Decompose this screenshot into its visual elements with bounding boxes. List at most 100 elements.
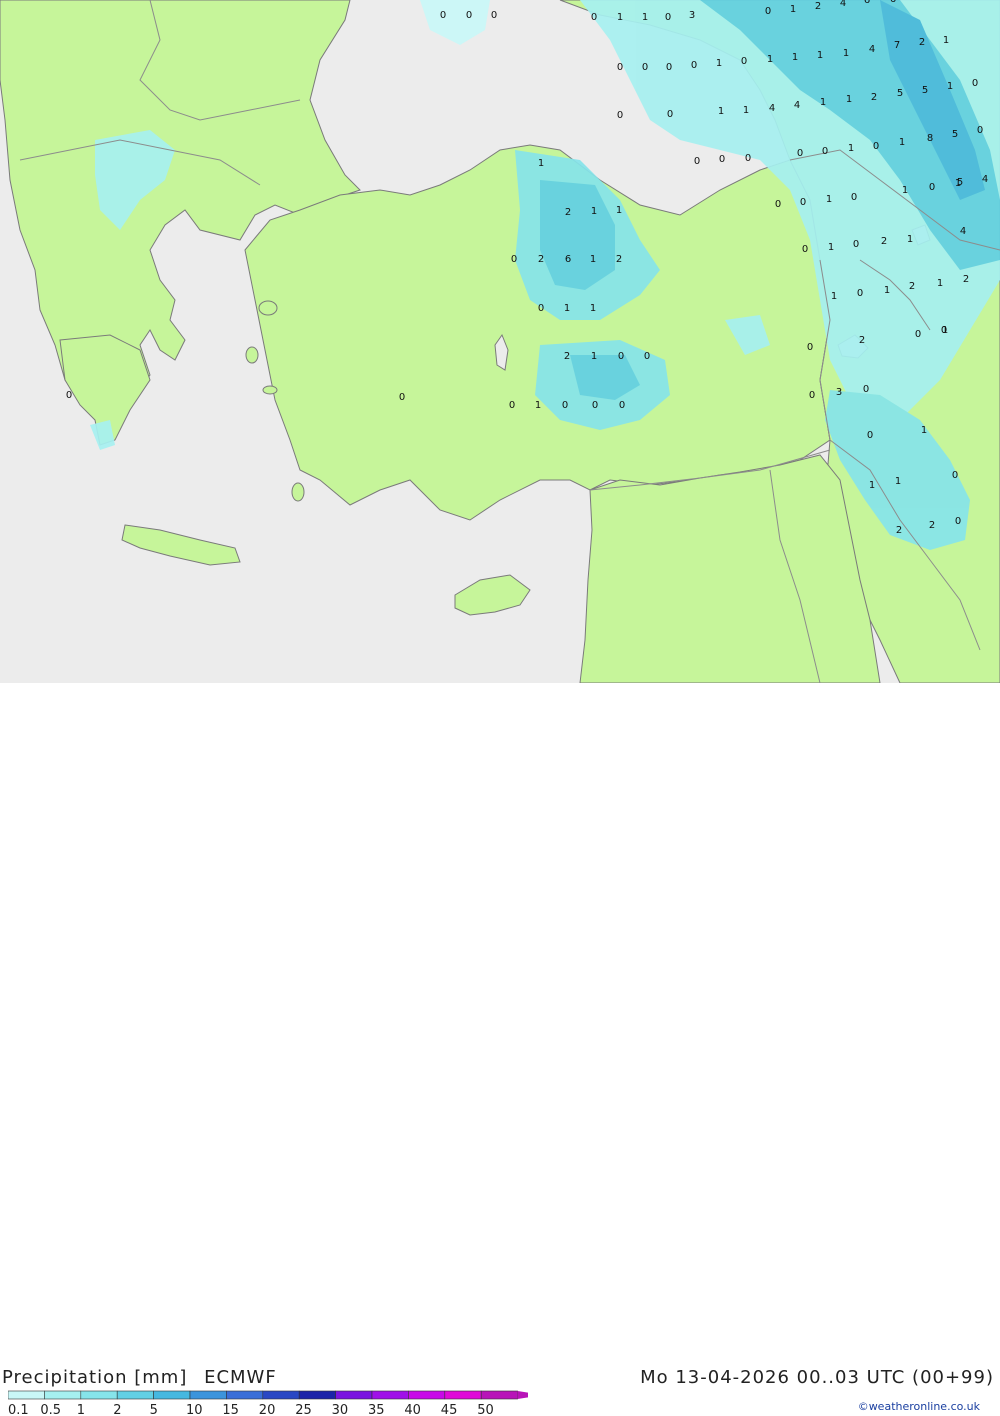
precip-value-label: 0 — [952, 470, 958, 481]
precip-value-label: 0 — [955, 516, 961, 527]
precip-value-label: 5 — [922, 85, 928, 96]
precip-value-label: 1 — [538, 158, 544, 169]
precip-value-label: 0 — [591, 12, 597, 23]
precip-value-label: 0 — [511, 254, 517, 265]
precip-value-label: 1 — [716, 58, 722, 69]
precip-value-label: 0 — [617, 62, 623, 73]
precip-value-label: 0 — [66, 390, 72, 401]
legend-color-box — [8, 1390, 45, 1400]
precip-value-label: 0 — [807, 342, 813, 353]
legend-tick-label: 20 — [259, 1403, 276, 1416]
legend-tick-label: 10 — [186, 1403, 203, 1416]
precip-value-label: 5 — [952, 129, 958, 140]
precip-value-label: 1 — [942, 325, 948, 336]
legend-color-box — [408, 1390, 446, 1400]
precip-value-label: 2 — [815, 1, 821, 12]
precip-value-label: 2 — [929, 520, 935, 531]
precip-value-label: 0 — [822, 146, 828, 157]
legend-tick-label: 45 — [441, 1403, 458, 1416]
precip-value-label: 0 — [617, 110, 623, 121]
legend-arrow — [517, 1391, 528, 1399]
precip-value-label: 6 — [890, 0, 896, 5]
precip-value-label: 1 — [895, 476, 901, 487]
precip-value-label: 8 — [927, 133, 933, 144]
precip-value-label: 0 — [666, 62, 672, 73]
precip-value-label: 1 — [817, 50, 823, 61]
precip-value-label: 3 — [689, 10, 695, 21]
precip-value-label: 0 — [619, 400, 625, 411]
precip-value-label: 4 — [982, 174, 988, 185]
precip-value-label: 1 — [617, 12, 623, 23]
precip-value-label: 0 — [719, 154, 725, 165]
precip-value-label: 1 — [591, 351, 597, 362]
precip-value-label: 1 — [767, 54, 773, 65]
precip-value-label: 0 — [667, 109, 673, 120]
land-island-rhodes — [291, 482, 305, 502]
precip-value-label: 0 — [399, 392, 405, 403]
precip-value-label: 1 — [907, 234, 913, 245]
precip-value-label: 1 — [743, 105, 749, 116]
land-island-lesbos — [258, 300, 278, 316]
precip-value-label: 1 — [591, 206, 597, 217]
precip-value-label: 0 — [765, 6, 771, 17]
precip-value-label: 1 — [718, 106, 724, 117]
legend-color-box — [298, 1390, 336, 1400]
precip-value-label: 0 — [741, 56, 747, 67]
precip-value-label: 0 — [929, 182, 935, 193]
precip-value-label: 1 — [792, 52, 798, 63]
precip-value-label: 5 — [957, 177, 963, 188]
precip-value-label: 2 — [538, 254, 544, 265]
precip-value-label: 0 — [972, 78, 978, 89]
precip-value-label: 0 — [644, 351, 650, 362]
legend-tick-label: 25 — [295, 1403, 312, 1416]
precip-value-label: 1 — [843, 48, 849, 59]
land-levant — [579, 454, 881, 684]
legend-color-box — [80, 1390, 118, 1400]
precip-value-label: 0 — [691, 60, 697, 71]
precip-value-label: 5 — [897, 88, 903, 99]
legend-color-box — [262, 1390, 300, 1400]
precip-value-label: 1 — [869, 480, 875, 491]
precip-value-label: 0 — [873, 141, 879, 152]
precip-value-label: 1 — [564, 303, 570, 314]
precip-value-label: 1 — [535, 400, 541, 411]
legend-tick-label: 50 — [477, 1403, 494, 1416]
map-title: Precipitation [mm] ECMWF — [2, 1367, 277, 1388]
precip-value-label: 2 — [881, 236, 887, 247]
legend-tick-label: 35 — [368, 1403, 385, 1416]
legend-color-box — [371, 1390, 409, 1400]
footer-bar: Precipitation [mm] ECMWF Mo 13-04-2026 0… — [0, 683, 1000, 1416]
precip-value-label: 0 — [618, 351, 624, 362]
precip-value-label: 0 — [665, 12, 671, 23]
legend-color-box — [480, 1390, 518, 1400]
legend-tick-label: 2 — [113, 1403, 121, 1416]
legend-tick-label: 0.1 — [8, 1403, 29, 1416]
precip-value-label: 0 — [867, 430, 873, 441]
legend-tick-label: 0.5 — [40, 1403, 61, 1416]
precip-value-label: 1 — [590, 254, 596, 265]
precip-value-label: 0 — [745, 153, 751, 164]
precip-value-label: 0 — [863, 384, 869, 395]
precip-value-label: 0 — [857, 288, 863, 299]
precip-value-label: 1 — [937, 278, 943, 289]
precip-value-label: 1 — [899, 137, 905, 148]
legend-color-box — [116, 1390, 154, 1400]
land-island-samos — [262, 385, 278, 395]
precip-value-label: 1 — [590, 303, 596, 314]
legend-tick-label: 1 — [77, 1403, 85, 1416]
precip-value-label: 0 — [538, 303, 544, 314]
model-name: ECMWF — [204, 1367, 277, 1388]
precip-value-label: 0 — [694, 156, 700, 167]
legend-color-box — [189, 1390, 227, 1400]
precip-value-label: 2 — [564, 351, 570, 362]
precip-value-label: 7 — [894, 40, 900, 51]
precip-value-label: 1 — [884, 285, 890, 296]
precip-value-label: 0 — [562, 400, 568, 411]
precip-value-label: 1 — [616, 205, 622, 216]
precip-value-label: 1 — [828, 242, 834, 253]
precip-value-label: 2 — [896, 525, 902, 536]
forecast-datetime: Mo 13-04-2026 00..03 UTC (00+99) — [640, 1367, 994, 1388]
precip-value-label: 0 — [797, 148, 803, 159]
credit-link[interactable]: ©weatheronline.co.uk — [858, 1400, 980, 1413]
precip-value-label: 0 — [642, 62, 648, 73]
